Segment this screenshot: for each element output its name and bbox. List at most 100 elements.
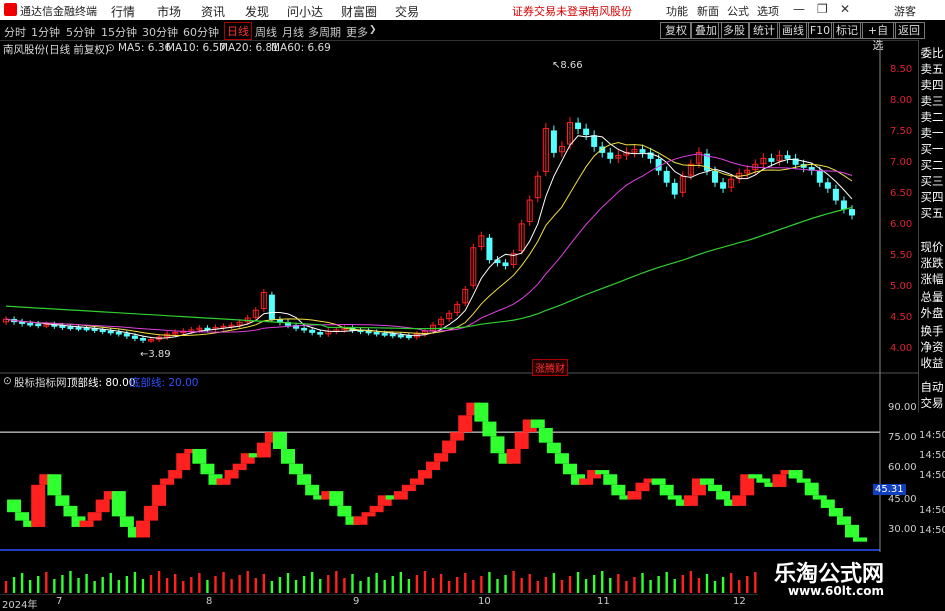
indicator-bar [361, 512, 376, 517]
indicator-bar [732, 495, 747, 506]
candle [486, 237, 493, 261]
period-1min[interactable]: 1分钟 [31, 24, 60, 40]
rp-trade[interactable]: 交易 [919, 396, 945, 410]
current-value-tag: 45.31 [873, 484, 906, 495]
watermark-url: www.60lt.com [788, 584, 885, 598]
period-multi[interactable]: 多周期 [308, 24, 341, 40]
candle [123, 333, 130, 337]
btn-f10[interactable]: F10 [806, 22, 834, 39]
indicator-bar [845, 524, 859, 538]
indicator-bar [579, 478, 594, 485]
menu-wenxiaoda[interactable]: 问小达 [287, 3, 323, 20]
sys-gongneng[interactable]: 功能 [666, 3, 688, 19]
indicator-bar [474, 402, 489, 422]
period-more[interactable]: 更多 [346, 24, 368, 40]
volume-bar [182, 581, 185, 593]
main-chart[interactable] [3, 117, 855, 344]
volume-bar [754, 572, 757, 593]
indicator-bar [272, 432, 287, 449]
candle [502, 262, 509, 267]
indicator-bar [135, 520, 150, 538]
menu-jiaoyi[interactable]: 交易 [395, 3, 419, 20]
btn-fuquan[interactable]: 复权 [660, 22, 692, 39]
restore-icon[interactable]: ❐ [817, 2, 828, 16]
indicator-label[interactable]: 股标指标网 [14, 375, 67, 390]
volume-bar [633, 577, 636, 593]
high-label: 8.66 [560, 60, 583, 71]
candle [607, 152, 614, 159]
indicator-bar [417, 470, 432, 479]
volume-bar [609, 578, 612, 593]
btn-huaxian[interactable]: 画线 [777, 22, 809, 39]
trade-login-warning[interactable]: 证券交易未登录 [512, 3, 589, 19]
sys-xuanxiang[interactable]: 选项 [757, 3, 779, 19]
ytick-550: 5.50 [890, 250, 913, 261]
period-daily[interactable]: 日线 [224, 22, 252, 40]
period-5min[interactable]: 5分钟 [66, 24, 95, 40]
rp-buy2: 买二 [920, 158, 944, 172]
candle [712, 170, 719, 183]
candle [671, 182, 678, 195]
chart-area[interactable] [0, 40, 918, 595]
volume-bar [28, 580, 32, 593]
volume-bar [319, 579, 322, 593]
btn-duogu[interactable]: 多股 [718, 22, 750, 39]
indicator-bar [47, 474, 62, 496]
ytick-400: 4.00 [890, 343, 913, 354]
volume-bar [125, 576, 129, 593]
candle [107, 330, 114, 334]
indicator-bar [611, 484, 626, 496]
event-tag[interactable]: 涨腾财 [532, 359, 568, 376]
period-15min[interactable]: 15分钟 [101, 24, 137, 40]
volume-bar [383, 580, 386, 593]
period-fenshi[interactable]: 分时 [4, 24, 26, 40]
volume-bar [552, 573, 556, 593]
indicator-bar [305, 484, 320, 496]
stock-tab[interactable]: 南风股份 [588, 3, 632, 19]
rp-auto[interactable]: 自动 [919, 380, 945, 394]
candle [784, 155, 791, 159]
indicator-bar [95, 499, 110, 513]
sys-gongshi[interactable]: 公式 [727, 3, 749, 19]
indicator-chart[interactable] [0, 402, 880, 551]
indicator-settings-icon[interactable]: ⊙ [3, 375, 12, 387]
rp-change: 涨跌 [920, 256, 944, 270]
indicator-bar [595, 470, 610, 475]
ytick-500: 5.00 [890, 281, 913, 292]
ind-ytick-90: 90.00 [888, 402, 917, 413]
title-bar: 通达信金融终端 行情 市场 资讯 发现 问小达 财富圈 交易 证券交易未登录 南… [0, 0, 945, 20]
close-icon[interactable]: ✕ [840, 2, 850, 16]
menu-caifuquan[interactable]: 财富圈 [341, 3, 377, 20]
menu-faxian[interactable]: 发现 [245, 3, 269, 20]
candle [365, 330, 372, 334]
indicator-bar [812, 495, 827, 500]
candle [816, 170, 823, 183]
period-30min[interactable]: 30分钟 [142, 24, 178, 40]
candle [397, 334, 404, 338]
volume-bar [157, 571, 161, 593]
low-marker: ←3.89 [140, 349, 171, 360]
btn-tongji[interactable]: 统计 [748, 22, 780, 39]
rp-eps: 收益 [920, 356, 944, 370]
menu-hangqing[interactable]: 行情 [111, 3, 135, 20]
sys-xinmian[interactable]: 新面 [697, 3, 719, 19]
chevron-right-icon[interactable]: ❯ [369, 25, 377, 35]
user-guest[interactable]: 游客 [894, 3, 916, 19]
time-1: 14:50 [919, 430, 945, 441]
period-60min[interactable]: 60分钟 [183, 24, 219, 40]
volume-bar [149, 575, 153, 593]
volume-bar [520, 578, 523, 593]
btn-biaoji[interactable]: 标记 [831, 22, 863, 39]
menu-zixun[interactable]: 资讯 [201, 3, 225, 20]
btn-zixuan[interactable]: +自选 [860, 22, 896, 52]
period-weekly[interactable]: 周线 [255, 24, 277, 40]
btn-fanhui[interactable]: 返回 [893, 22, 925, 39]
minimize-icon[interactable]: — [793, 2, 805, 16]
menu-shichang[interactable]: 市场 [157, 3, 181, 20]
indicator-bar [216, 478, 231, 485]
indicator-bar [530, 419, 545, 428]
candle [655, 159, 662, 171]
period-monthly[interactable]: 月线 [282, 24, 304, 40]
candle [583, 128, 590, 136]
indicator-bar [603, 474, 618, 485]
